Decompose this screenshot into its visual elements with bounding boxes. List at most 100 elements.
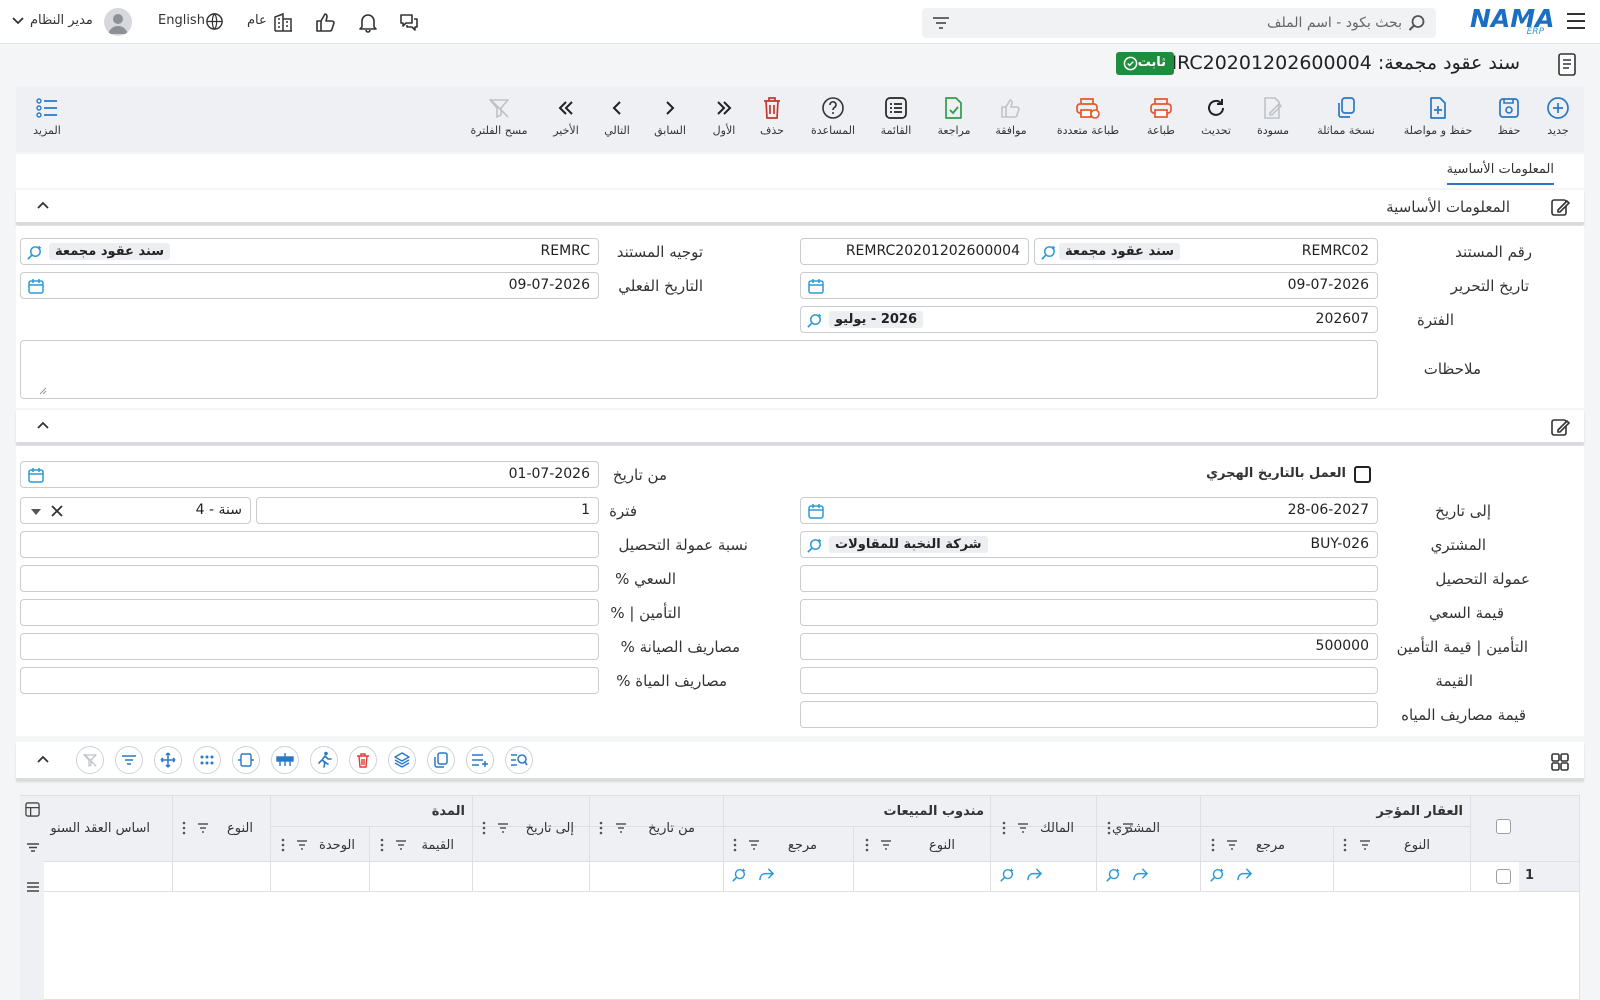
col-duration-unit[interactable]: الوحدة (319, 838, 355, 853)
resize-handle-icon[interactable] (39, 387, 47, 395)
period-unit-select[interactable]: 4 - سنة (20, 497, 251, 524)
last-button[interactable]: الأخير (549, 94, 583, 137)
first-button[interactable]: الأول (709, 94, 739, 137)
hamburger-icon[interactable] (26, 881, 40, 893)
previous-button[interactable]: السابق (653, 94, 687, 137)
column-filter-icon[interactable] (1359, 840, 1371, 850)
thumbs-up-icon[interactable] (314, 11, 336, 33)
col-rep-ref[interactable]: مرجع (788, 838, 817, 853)
tab-basic-info[interactable]: المعلومات الأساسية (1446, 162, 1554, 185)
col-duration-value[interactable]: القيمة (421, 838, 454, 853)
chat-icon[interactable] (398, 11, 420, 33)
actual-date-field[interactable]: 09-07-2026 (20, 272, 599, 299)
column-filter-icon[interactable] (1017, 823, 1029, 833)
grid-filter-button[interactable] (115, 746, 143, 774)
open-link-icon[interactable] (1132, 867, 1149, 882)
filter-lines-icon[interactable] (26, 842, 40, 853)
new-button[interactable]: جديد (1543, 94, 1573, 137)
column-filter-icon[interactable] (296, 840, 308, 850)
column-filter-icon[interactable] (395, 840, 407, 850)
col-rep-type[interactable]: النوع (929, 838, 955, 853)
filter-icon[interactable] (932, 16, 950, 30)
to-date-field[interactable]: 28-06-2027 (800, 497, 1378, 524)
select-all-checkbox[interactable] (1496, 819, 1511, 834)
column-menu-icon[interactable] (482, 821, 486, 835)
section-basic-header[interactable]: المعلومات الأساسية (16, 190, 1584, 224)
grid-delete-button[interactable] (349, 746, 377, 774)
lookup-icon[interactable] (806, 537, 823, 554)
clear-filter-button[interactable]: مسح الفلترة (466, 94, 532, 137)
column-filter-icon[interactable] (1122, 823, 1134, 833)
save-continue-button[interactable]: حفظ و مواصلة (1400, 94, 1476, 137)
open-link-icon[interactable] (1026, 867, 1043, 882)
multi-print-button[interactable]: طباعة متعددة (1053, 94, 1123, 137)
row-checkbox[interactable] (1496, 869, 1511, 884)
help-button[interactable]: المساعدة (807, 94, 859, 137)
more-button[interactable]: المزيد (30, 94, 64, 137)
approve-button[interactable]: موافقة (992, 94, 1030, 137)
branch-label[interactable]: عام (247, 13, 267, 28)
grid-fit-button[interactable] (232, 746, 260, 774)
from-date-field[interactable]: 01-07-2026 (20, 461, 599, 488)
calendar-icon[interactable] (808, 278, 824, 294)
table-columns-icon[interactable] (25, 802, 40, 817)
col-property-type[interactable]: النوع (1404, 838, 1430, 853)
column-filter-icon[interactable] (197, 823, 209, 833)
column-menu-icon[interactable] (1107, 821, 1111, 835)
company-icon[interactable] (273, 11, 293, 33)
globe-icon[interactable] (205, 12, 224, 31)
col-owner[interactable]: المالك (1040, 821, 1074, 836)
lookup-icon[interactable] (806, 312, 823, 329)
lookup-icon[interactable] (1105, 867, 1121, 883)
grid-insert-row-button[interactable] (271, 746, 299, 774)
lookup-icon[interactable] (999, 867, 1015, 883)
hijri-checkbox[interactable] (1354, 466, 1371, 483)
clear-icon[interactable] (51, 505, 63, 517)
insurance-value-field[interactable]: 500000 (800, 633, 1378, 660)
print-button[interactable]: طباعة (1146, 94, 1176, 137)
search-input[interactable] (972, 8, 1402, 38)
col-type[interactable]: النوع (227, 821, 253, 836)
refresh-button[interactable]: تحديث (1199, 94, 1233, 137)
grid-layers-button[interactable] (388, 746, 416, 774)
grid-move-button[interactable] (154, 746, 182, 774)
col-to-date[interactable]: إلى تاريخ (526, 821, 574, 836)
chevron-up-icon[interactable] (36, 755, 50, 764)
insurance-pct-field[interactable] (20, 599, 599, 626)
language-switch[interactable]: English (158, 13, 205, 28)
duplicate-button[interactable]: نسخة مماثلة (1313, 94, 1379, 137)
calendar-icon[interactable] (28, 278, 44, 294)
section-contract-header[interactable] (16, 410, 1584, 444)
chevron-down-icon[interactable] (12, 17, 24, 25)
column-filter-icon[interactable] (1226, 840, 1238, 850)
calendar-icon[interactable] (808, 503, 824, 519)
column-menu-icon[interactable] (1211, 838, 1215, 852)
column-filter-icon[interactable] (615, 823, 627, 833)
col-buyer[interactable]: المشتري (1112, 821, 1160, 836)
direction-field[interactable]: REMRC سند عقود مجمعة (20, 238, 599, 265)
lookup-icon[interactable] (731, 867, 747, 883)
column-menu-icon[interactable] (1002, 821, 1006, 835)
avatar[interactable] (104, 8, 132, 36)
column-menu-icon[interactable] (281, 838, 285, 852)
column-filter-icon[interactable] (880, 840, 892, 850)
doc-number-code-field[interactable]: REMRC02 سند عقود مجمعة (1034, 238, 1378, 265)
lookup-icon[interactable] (26, 244, 43, 261)
grid-search-button[interactable] (505, 746, 533, 774)
calendar-icon[interactable] (28, 467, 44, 483)
lookup-icon[interactable] (1209, 867, 1225, 883)
column-filter-icon[interactable] (748, 840, 760, 850)
grid-add-row-button[interactable] (466, 746, 494, 774)
open-link-icon[interactable] (758, 867, 775, 882)
maintenance-pct-field[interactable] (20, 633, 599, 660)
effort-value-field[interactable] (800, 599, 1378, 626)
edit-date-field[interactable]: 09-07-2026 (800, 272, 1378, 299)
grid-run-button[interactable] (310, 746, 338, 774)
delete-button[interactable]: حذف (757, 94, 787, 137)
chevron-up-icon[interactable] (36, 201, 50, 210)
collection-rate-field[interactable] (20, 531, 599, 558)
user-name[interactable]: مدير النظام (30, 13, 93, 28)
period-field[interactable]: 202607 2026 - يوليو (800, 306, 1378, 333)
water-pct-field[interactable] (20, 667, 599, 694)
column-menu-icon[interactable] (599, 821, 603, 835)
